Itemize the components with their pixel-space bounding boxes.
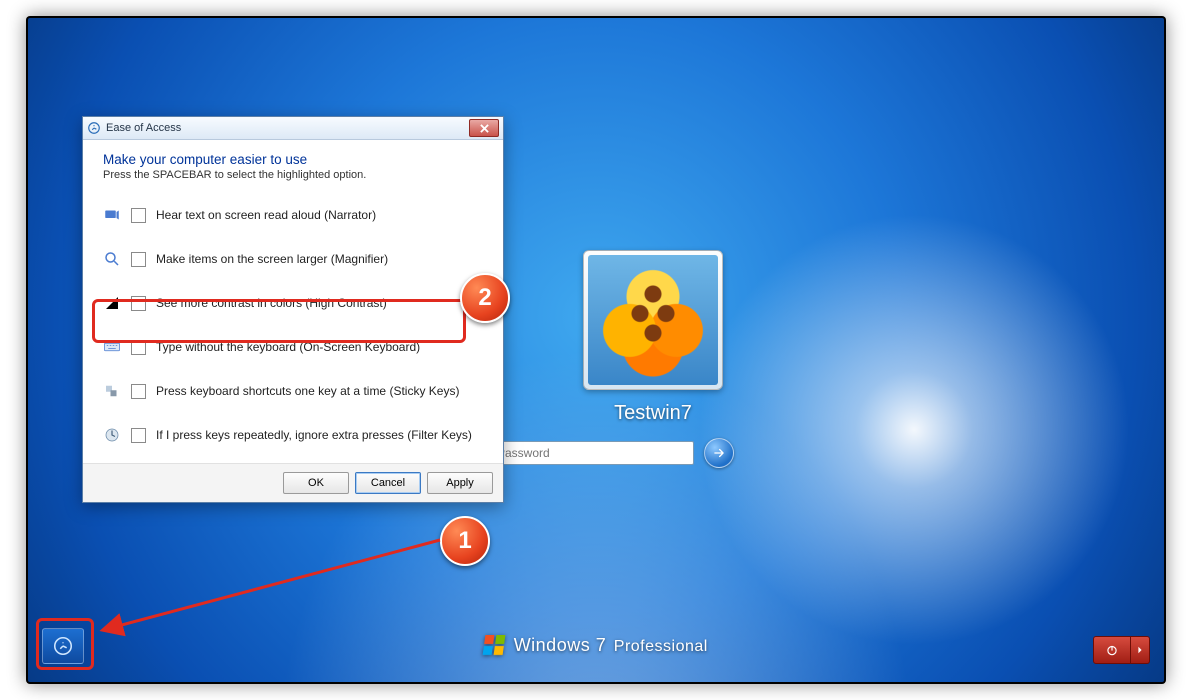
sticky-keys-icon [103,382,121,400]
dialog-footer: OK Cancel Apply [83,463,503,502]
annotation-badge-1: 1 [440,516,490,566]
checkbox[interactable] [131,208,146,223]
checkbox[interactable] [131,384,146,399]
close-button[interactable] [469,119,499,137]
avatar [588,255,718,385]
power-options [1093,636,1150,664]
shutdown-menu-button[interactable] [1131,636,1150,664]
high-contrast-icon [103,294,121,312]
filter-keys-icon [103,426,121,444]
ease-of-access-icon [87,121,101,135]
submit-login-button[interactable] [704,438,734,468]
windows-logo-icon [483,635,506,655]
option-on-screen-keyboard[interactable]: Type without the keyboard (On-Screen Key… [103,325,483,369]
username-label: Testwin7 [523,402,783,425]
ease-of-access-icon [52,635,74,657]
option-label: Type without the keyboard (On-Screen Key… [156,340,420,354]
option-magnifier[interactable]: Make items on the screen larger (Magnifi… [103,237,483,281]
user-tile: Testwin7 [523,250,783,425]
windows-branding: Windows 7 Professional [28,635,1164,656]
keyboard-icon [103,338,121,356]
dialog-subtext: Press the SPACEBAR to select the highlig… [103,169,483,181]
branding-product: Windows [514,635,591,655]
dialog-heading: Make your computer easier to use [103,152,483,167]
ease-of-access-dialog: Ease of Access Make your computer easier… [82,116,504,503]
option-narrator[interactable]: Hear text on screen read aloud (Narrator… [103,193,483,237]
option-high-contrast[interactable]: See more contrast in colors (High Contra… [103,281,483,325]
option-filter-keys[interactable]: If I press keys repeatedly, ignore extra… [103,413,483,457]
ease-of-access-button[interactable] [42,628,84,664]
arrow-right-icon [712,446,726,460]
option-label: If I press keys repeatedly, ignore extra… [156,428,472,442]
option-sticky-keys[interactable]: Press keyboard shortcuts one key at a ti… [103,369,483,413]
login-screen: Testwin7 Windows 7 Professional [28,18,1164,682]
chevron-right-icon [1136,646,1144,654]
branding-version: 7 [596,635,607,655]
annotation-arrow [88,518,458,648]
branding-edition: Professional [614,638,708,655]
option-label: Press keyboard shortcuts one key at a ti… [156,384,459,398]
checkbox[interactable] [131,428,146,443]
ok-button[interactable]: OK [283,472,349,494]
option-label: See more contrast in colors (High Contra… [156,296,387,310]
option-label: Hear text on screen read aloud (Narrator… [156,208,376,222]
checkbox[interactable] [131,340,146,355]
password-input[interactable] [490,441,694,465]
close-icon [480,124,489,133]
password-row [490,438,734,468]
dialog-title: Ease of Access [106,122,464,134]
option-label: Make items on the screen larger (Magnifi… [156,252,388,266]
dialog-titlebar[interactable]: Ease of Access [83,117,503,140]
magnifier-icon [103,250,121,268]
shutdown-button[interactable] [1093,636,1131,664]
apply-button[interactable]: Apply [427,472,493,494]
avatar-frame [583,250,723,390]
checkbox[interactable] [131,252,146,267]
cancel-button[interactable]: Cancel [355,472,421,494]
checkbox[interactable] [131,296,146,311]
power-icon [1105,643,1119,657]
narrator-icon [103,206,121,224]
